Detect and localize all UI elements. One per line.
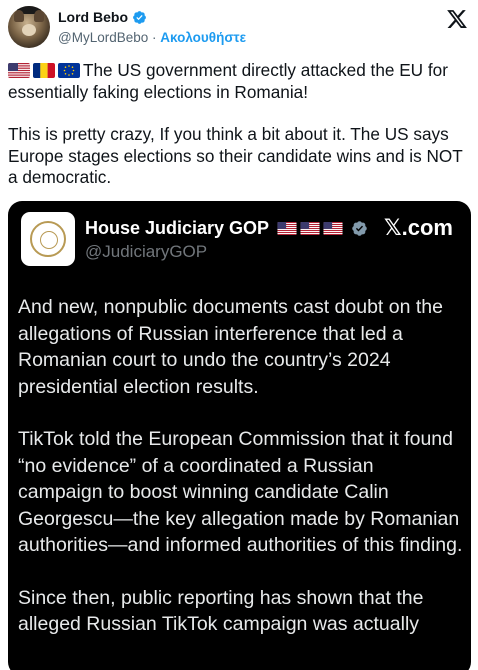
author-handle-row: @MyLordBebo · Ακολουθήστε [58,29,246,47]
tweet-paragraph-1: The US government directly attacked the … [8,60,470,103]
us-flag-icon [300,222,320,235]
card-paragraph-3: Since then, public reporting has shown t… [18,586,424,636]
quoted-image-card[interactable]: House Judiciary GOP @JudiciaryGOP 𝕏.com … [8,201,471,670]
us-flag-icon [8,63,30,78]
us-flag-icon [277,222,297,235]
author-info: Lord Bebo @MyLordBebo · Ακολουθήστε [58,9,246,47]
author-handle[interactable]: @MyLordBebo [58,30,148,45]
us-flag-icon [323,222,343,235]
card-paragraph-2: TikTok told the European Commission that… [18,428,463,556]
card-avatar-seal [21,212,75,266]
card-name-row: House Judiciary GOP [85,217,368,239]
tweet-paragraph-2: This is pretty crazy, If you think a bit… [8,124,463,187]
author-display-name[interactable]: Lord Bebo [58,9,128,26]
tweet-header: Lord Bebo @MyLordBebo · Ακολουθήστε [8,6,470,50]
separator-dot: · [148,30,161,45]
romania-flag-icon [33,63,55,78]
author-avatar[interactable] [8,6,50,48]
follow-button[interactable]: Ακολουθήστε [160,30,246,45]
x-logo-icon[interactable] [446,8,468,30]
card-display-name: House Judiciary GOP [85,218,269,238]
card-handle: @JudiciaryGOP [85,242,208,261]
verified-badge-icon [133,11,146,24]
eu-flag-icon [58,63,80,78]
gray-verified-badge-icon [352,221,367,236]
card-body: And new, nonpublic documents cast doubt … [18,294,463,638]
card-paragraph-1: And new, nonpublic documents cast doubt … [18,296,443,398]
card-brand-x-com: 𝕏.com [383,215,453,240]
tweet-body: The US government directly attacked the … [8,60,470,189]
author-name-row[interactable]: Lord Bebo [58,9,147,26]
